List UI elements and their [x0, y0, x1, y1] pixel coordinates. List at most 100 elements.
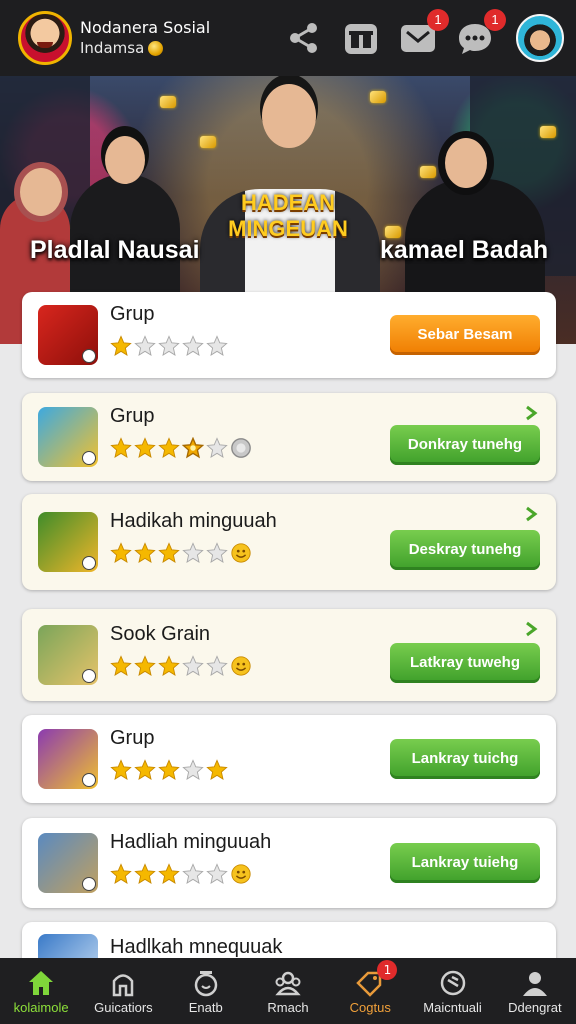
header-titles: Nodanera Sosial Indamsa	[80, 18, 266, 58]
app-title: Nodanera Sosial	[80, 18, 211, 37]
list-item[interactable]: Grup Lankray tuichg	[22, 715, 556, 803]
list-item[interactable]: Grup Donkray tunehg	[22, 393, 556, 481]
thumbnail-badge	[82, 556, 96, 570]
star-filled-icon	[134, 759, 156, 780]
star-filled-icon	[110, 335, 132, 356]
nav-badge: 1	[377, 960, 398, 980]
user-icon	[522, 971, 547, 996]
hero-right-label: kamael Badah	[380, 236, 549, 264]
person-center-head	[262, 84, 316, 148]
list-item[interactable]: Hadikah minguuah Deskray tunehg	[22, 494, 556, 590]
star-filled-icon	[110, 759, 132, 780]
star-filled-icon	[110, 863, 132, 884]
nav-label: Enatb	[188, 999, 223, 1015]
list-item[interactable]: Grup Sebar Besam	[22, 292, 556, 378]
messages-badge: 1	[427, 9, 449, 31]
star-empty-icon	[206, 863, 228, 884]
star-rating	[110, 335, 228, 357]
star-filled-icon	[134, 542, 156, 563]
share-icon	[290, 23, 317, 53]
star-empty-icon	[182, 863, 204, 884]
chevron-right-icon[interactable]	[524, 621, 538, 637]
floating-coin	[370, 91, 386, 103]
thumbnail-badge	[82, 773, 96, 787]
hero-left-label: Pladlal Nausai	[30, 236, 200, 264]
star-filled-icon	[206, 759, 228, 780]
chat-badge: 1	[484, 9, 506, 31]
group-name: Hadliah minguuah	[110, 831, 272, 853]
group-action-button[interactable]: Latkray tuwehg	[390, 643, 540, 683]
app-subtitle-text: Indamsa	[80, 39, 145, 57]
group-action-button[interactable]: Deskray tunehg	[390, 530, 540, 570]
nav-label: Rmach	[267, 999, 309, 1015]
floating-coin	[200, 136, 216, 148]
thumbnail-badge	[82, 669, 96, 683]
home-icon	[29, 970, 54, 995]
smiley-coin-icon	[231, 656, 251, 676]
floating-coin	[540, 126, 556, 138]
star-rating	[110, 863, 252, 885]
list-item[interactable]: Sook Grain Latkray tuwehg	[22, 609, 556, 701]
nav-item-ddengrat[interactable]: Ddengrat	[494, 958, 576, 1024]
star-empty-icon	[206, 437, 228, 458]
hero-title: HADEAN MINGEUAN	[228, 190, 348, 241]
nav-label: Maicntuali	[423, 999, 482, 1015]
top-header: Nodanera Sosial Indamsa 1 1	[0, 0, 576, 76]
gift-icon	[345, 24, 377, 54]
nav-item-cogtus[interactable]: Cogtus 1	[329, 958, 411, 1024]
star-empty-icon	[182, 759, 204, 780]
floating-coin	[160, 96, 176, 108]
group-name: Grup	[110, 405, 155, 427]
star-filled-icon	[158, 863, 180, 884]
person-left-2-head	[105, 136, 145, 184]
nav-item-enatb[interactable]: Enatb	[165, 958, 247, 1024]
group-name: Sook Grain	[110, 623, 211, 645]
group-thumbnail	[38, 625, 98, 685]
silver-coin-icon	[231, 438, 251, 458]
thumbnail-badge	[82, 451, 96, 465]
nav-item-maicntuali[interactable]: Maicntuali	[411, 958, 493, 1024]
smiley-coin-icon	[231, 864, 251, 884]
chevron-right-icon[interactable]	[524, 506, 538, 522]
bottom-navigation: kolaimole Guicatiors Enatb Rmach Cogtus 1 Maic…	[0, 958, 576, 1024]
star-filled-icon	[158, 542, 180, 563]
star-empty-icon	[134, 335, 156, 356]
group-action-button[interactable]: Lankray tuichg	[390, 739, 540, 779]
nav-label: kolaimole	[13, 999, 69, 1015]
group-action-button[interactable]: Lankray tuiehg	[390, 843, 540, 883]
star-empty-icon	[182, 655, 204, 676]
star-empty-icon	[206, 542, 228, 563]
nav-item-rmach[interactable]: Rmach	[247, 958, 329, 1024]
person-left-1-head	[20, 168, 62, 216]
person-right-head	[445, 138, 487, 188]
star-filled-icon	[110, 437, 132, 458]
chat-button[interactable]: 1	[456, 9, 506, 57]
star-filled-icon	[110, 542, 132, 563]
star-empty-icon	[206, 335, 228, 356]
group-action-button[interactable]: Sebar Besam	[390, 315, 540, 355]
group-thumbnail	[38, 407, 98, 467]
nav-item-kolaimole[interactable]: kolaimole	[0, 958, 82, 1024]
share-button[interactable]	[285, 19, 323, 57]
nav-label: Ddengrat	[508, 999, 562, 1015]
star-sparkle-icon	[182, 437, 204, 459]
gift-button[interactable]	[342, 19, 380, 57]
group-action-button[interactable]: Donkray tunehg	[390, 425, 540, 465]
chevron-right-icon[interactable]	[524, 405, 538, 421]
group-thumbnail	[38, 305, 98, 365]
messages-button[interactable]: 1	[399, 9, 449, 57]
nav-item-guicatiors[interactable]: Guicatiors	[82, 958, 164, 1024]
list-item[interactable]: Hadliah minguuah Lankray tuiehg	[22, 818, 556, 908]
app-logo-avatar[interactable]	[18, 11, 72, 65]
smiley-coin-icon	[231, 543, 251, 563]
profile-avatar[interactable]	[516, 14, 564, 62]
thumbnail-badge	[82, 349, 96, 363]
star-filled-icon	[134, 655, 156, 676]
star-rating	[110, 759, 228, 781]
star-filled-icon	[158, 437, 180, 458]
timer-icon	[194, 970, 217, 996]
nav-label: Cogtus	[349, 999, 391, 1015]
house-outline-icon	[113, 973, 134, 996]
app-subtitle: Indamsa	[80, 38, 266, 58]
star-empty-icon	[182, 542, 204, 563]
